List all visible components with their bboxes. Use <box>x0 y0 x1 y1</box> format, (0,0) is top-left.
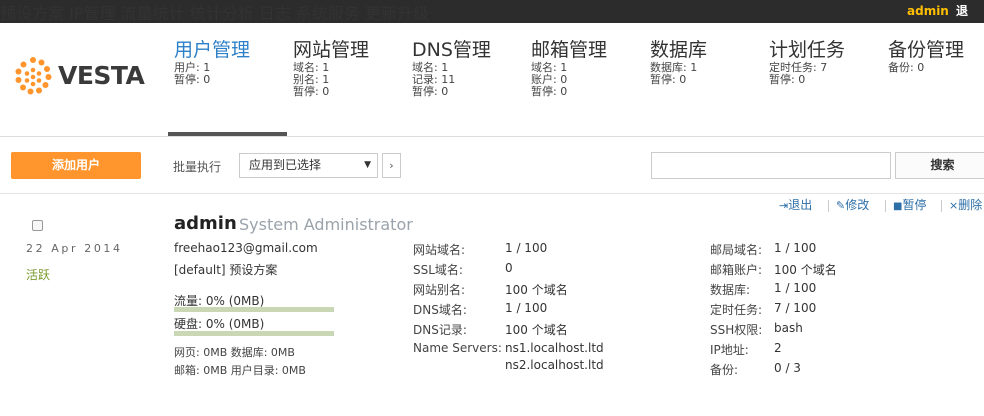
menu-stat: 备份: 0 <box>888 61 925 74</box>
menu-mail[interactable]: 邮箱管理 域名: 1 账户: 0 暂停: 0 <box>531 38 607 98</box>
pencil-icon: ✎ <box>836 199 846 212</box>
user-email: freehao123@gmail.com <box>174 241 318 255</box>
stat-value: 100 个域名 <box>774 263 837 277</box>
stat-key: DNS域名: <box>413 303 467 317</box>
bulk-action-label: 批量执行 <box>173 160 222 174</box>
topnav-packages[interactable]: 预设方案 <box>0 4 64 23</box>
stat-key: 邮局域名: <box>710 243 763 257</box>
menu-title: DNS管理 <box>412 39 491 61</box>
stat-value: 7 / 100 <box>774 301 817 315</box>
disk-label: 硬盘: 0% (0MB) <box>174 317 265 331</box>
stat-value: 0 <box>505 261 513 275</box>
menu-dns[interactable]: DNS管理 域名: 1 记录: 11 暂停: 0 <box>412 38 491 98</box>
stat-key: 数据库: <box>710 283 751 297</box>
logo-text: VESTA <box>58 61 145 90</box>
topnav-updates[interactable]: 更新升级 <box>365 4 429 23</box>
close-icon: × <box>949 199 959 212</box>
topnav-traffic[interactable]: 流量统计 <box>121 4 185 23</box>
search-button[interactable]: 搜索 <box>895 152 984 179</box>
stat-key: 备份: <box>710 363 739 377</box>
vesta-logo[interactable]: VESTA <box>13 57 145 95</box>
divider <box>828 200 829 212</box>
menu-title: 网站管理 <box>293 39 370 61</box>
menu-title: 邮箱管理 <box>531 39 608 61</box>
topnav-log[interactable]: 日志 <box>259 4 291 23</box>
stat-value: 1 / 100 <box>505 241 548 255</box>
menu-backup[interactable]: 备份管理 备份: 0 <box>888 38 964 74</box>
action-label: 修改 <box>845 198 870 212</box>
row-checkbox[interactable] <box>32 220 43 231</box>
stat-value: 1 / 100 <box>505 301 548 315</box>
topnav-ip[interactable]: IP管理 <box>69 4 115 23</box>
stat-key: DNS记录: <box>413 323 467 337</box>
menu-title: 数据库 <box>650 39 708 61</box>
divider <box>885 200 886 212</box>
action-label: 暂停 <box>902 198 927 212</box>
user-package: [default] 预设方案 <box>174 263 278 277</box>
status-badge: 活跃 <box>26 268 51 282</box>
created-date: 22 Apr 2014 <box>26 242 123 255</box>
action-label: 删除 <box>958 198 983 212</box>
suspend-action[interactable]: ■暂停 <box>893 196 926 213</box>
stat-key: SSL域名: <box>413 263 463 277</box>
stat-value: 1 / 100 <box>774 281 817 295</box>
menu-title: 计划任务 <box>769 39 846 61</box>
logout-icon: ⇥ <box>779 199 789 212</box>
stat-value: 0 / 3 <box>774 361 801 375</box>
action-label: 退出 <box>788 198 813 212</box>
menu-stat: 暂停: 0 <box>293 85 330 98</box>
stat-value: ns2.localhost.ltd <box>505 358 604 372</box>
menu-title: 用户管理 <box>174 39 251 61</box>
user-name: admin <box>174 213 237 234</box>
stat-value: bash <box>774 321 803 335</box>
stat-value: 100 个域名 <box>505 283 568 297</box>
stat-value: 1 / 100 <box>774 241 817 255</box>
stat-value: 2 <box>774 341 782 355</box>
menu-stat: 暂停: 0 <box>412 85 449 98</box>
top-username-link[interactable]: admin <box>907 0 949 23</box>
menu-cron[interactable]: 计划任务 定时任务: 7 暂停: 0 <box>769 38 845 86</box>
stat-value: ns1.localhost.ltd <box>505 341 604 355</box>
menu-title: 备份管理 <box>888 39 965 61</box>
vesta-logo-icon <box>15 57 52 95</box>
bulk-apply-button[interactable]: › <box>382 153 401 178</box>
add-user-button[interactable]: 添加用户 <box>11 152 141 179</box>
stat-key: IP地址: <box>710 343 749 357</box>
divider <box>0 193 984 194</box>
delete-action[interactable]: ×删除 <box>949 196 982 213</box>
stat-key: SSH权限: <box>710 323 763 337</box>
stat-key: 网站别名: <box>413 283 466 297</box>
stat-key: Name Servers: <box>413 341 502 355</box>
usage-mail-home: 邮箱: 0MB 用户目录: 0MB <box>174 364 306 377</box>
edit-action[interactable]: ✎修改 <box>836 196 869 213</box>
stat-key: 邮箱账户: <box>710 263 763 277</box>
menu-users[interactable]: 用户管理 用户: 1 暂停: 0 <box>174 38 250 86</box>
menu-stat: 暂停: 0 <box>531 85 568 98</box>
menu-stat: 暂停: 0 <box>650 73 687 86</box>
caret-down-icon: ▼ <box>364 160 371 170</box>
topnav-services[interactable]: 系统服务 <box>296 4 360 23</box>
menu-stat: 暂停: 0 <box>769 73 806 86</box>
user-fullname: System Administrator <box>239 215 413 234</box>
menu-web[interactable]: 网站管理 域名: 1 别名: 1 暂停: 0 <box>293 38 369 98</box>
bulk-action-select[interactable]: 应用到已选择 ▼ <box>239 153 378 178</box>
search-input[interactable] <box>651 152 891 179</box>
menu-stat: 暂停: 0 <box>174 73 211 86</box>
stat-key: 网站域名: <box>413 243 466 257</box>
menu-db[interactable]: 数据库 数据库: 1 暂停: 0 <box>650 38 707 86</box>
logout-as-action[interactable]: ⇥退出 <box>779 196 812 213</box>
bandwidth-bar <box>174 307 334 312</box>
stat-value: 100 个域名 <box>505 323 568 337</box>
top-bar: 预设方案 IP管理 流量统计 统计分析 日志 系统服务 更新升级 admin 退… <box>0 0 984 41</box>
topnav-stats[interactable]: 统计分析 <box>190 4 254 23</box>
divider <box>941 200 942 212</box>
divider <box>0 136 984 137</box>
stat-key: 定时任务: <box>710 303 763 317</box>
bulk-action-value: 应用到已选择 <box>249 158 322 172</box>
usage-web-db: 网页: 0MB 数据库: 0MB <box>174 346 295 359</box>
disk-bar <box>174 331 334 336</box>
